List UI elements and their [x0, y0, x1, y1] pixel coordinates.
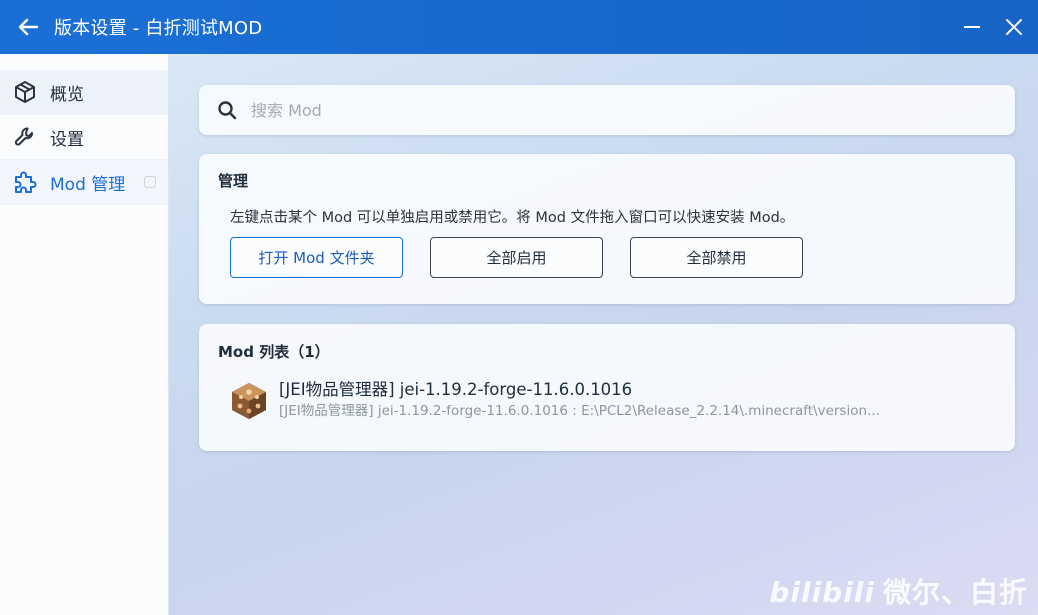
cube-icon [12, 79, 38, 105]
minimize-button[interactable] [954, 9, 990, 45]
enable-all-button[interactable]: 全部启用 [430, 237, 603, 278]
puzzle-icon [12, 169, 38, 195]
disable-all-button[interactable]: 全部禁用 [630, 237, 803, 278]
mod-list-card: Mod 列表（1） [JEI物品管理器] jei-1.19.2-forge-11… [199, 324, 1015, 451]
close-icon [1006, 19, 1022, 35]
sidebar-item-overview[interactable]: 概览 [0, 70, 168, 115]
search-icon [218, 101, 237, 120]
manage-title: 管理 [218, 172, 249, 190]
manage-description: 左键点击某个 Mod 可以单独启用或禁用它。将 Mod 文件拖入窗口可以快速安装… [230, 210, 795, 226]
search-bar [199, 85, 1015, 135]
open-mod-folder-button[interactable]: 打开 Mod 文件夹 [230, 237, 403, 278]
minimize-icon [964, 26, 980, 28]
sidebar-item-label: 设置 [50, 129, 84, 150]
watermark: bilibili 微尔、白折 [769, 571, 1028, 611]
arrow-left-icon [18, 18, 39, 36]
window-title: 版本设置 - 白折测试MOD [54, 18, 263, 39]
list-item[interactable]: [JEI物品管理器] jei-1.19.2-forge-11.6.0.1016 … [229, 379, 989, 423]
close-button[interactable] [996, 9, 1032, 45]
back-button[interactable] [16, 15, 40, 39]
sidebar-item-settings[interactable]: 设置 [0, 115, 168, 160]
bilibili-logo: bilibili [769, 576, 875, 609]
sidebar-item-label: 概览 [50, 84, 84, 105]
window-controls [954, 0, 1038, 54]
wrench-icon [12, 124, 38, 150]
watermark-author: 微尔、白折 [882, 576, 1028, 609]
mod-detail: [JEI物品管理器] jei-1.19.2-forge-11.6.0.1016 … [279, 403, 880, 419]
sidebar-item-mod-management[interactable]: Mod 管理 [0, 160, 168, 205]
mod-text: [JEI物品管理器] jei-1.19.2-forge-11.6.0.1016 … [279, 379, 880, 421]
main-content: 管理 左键点击某个 Mod 可以单独启用或禁用它。将 Mod 文件拖入窗口可以快… [169, 54, 1038, 615]
mod-list-title: Mod 列表（1） [218, 343, 330, 361]
item-indicator-icon [144, 176, 156, 188]
sidebar-item-label: Mod 管理 [50, 174, 126, 195]
search-input[interactable] [249, 99, 1015, 121]
mod-name: [JEI物品管理器] jei-1.19.2-forge-11.6.0.1016 [279, 380, 633, 399]
mod-block-icon [232, 383, 266, 419]
title-bar: 版本设置 - 白折测试MOD [0, 0, 1038, 54]
manage-card: 管理 左键点击某个 Mod 可以单独启用或禁用它。将 Mod 文件拖入窗口可以快… [199, 154, 1015, 304]
sidebar: 概览 设置 Mod 管理 [0, 54, 169, 615]
